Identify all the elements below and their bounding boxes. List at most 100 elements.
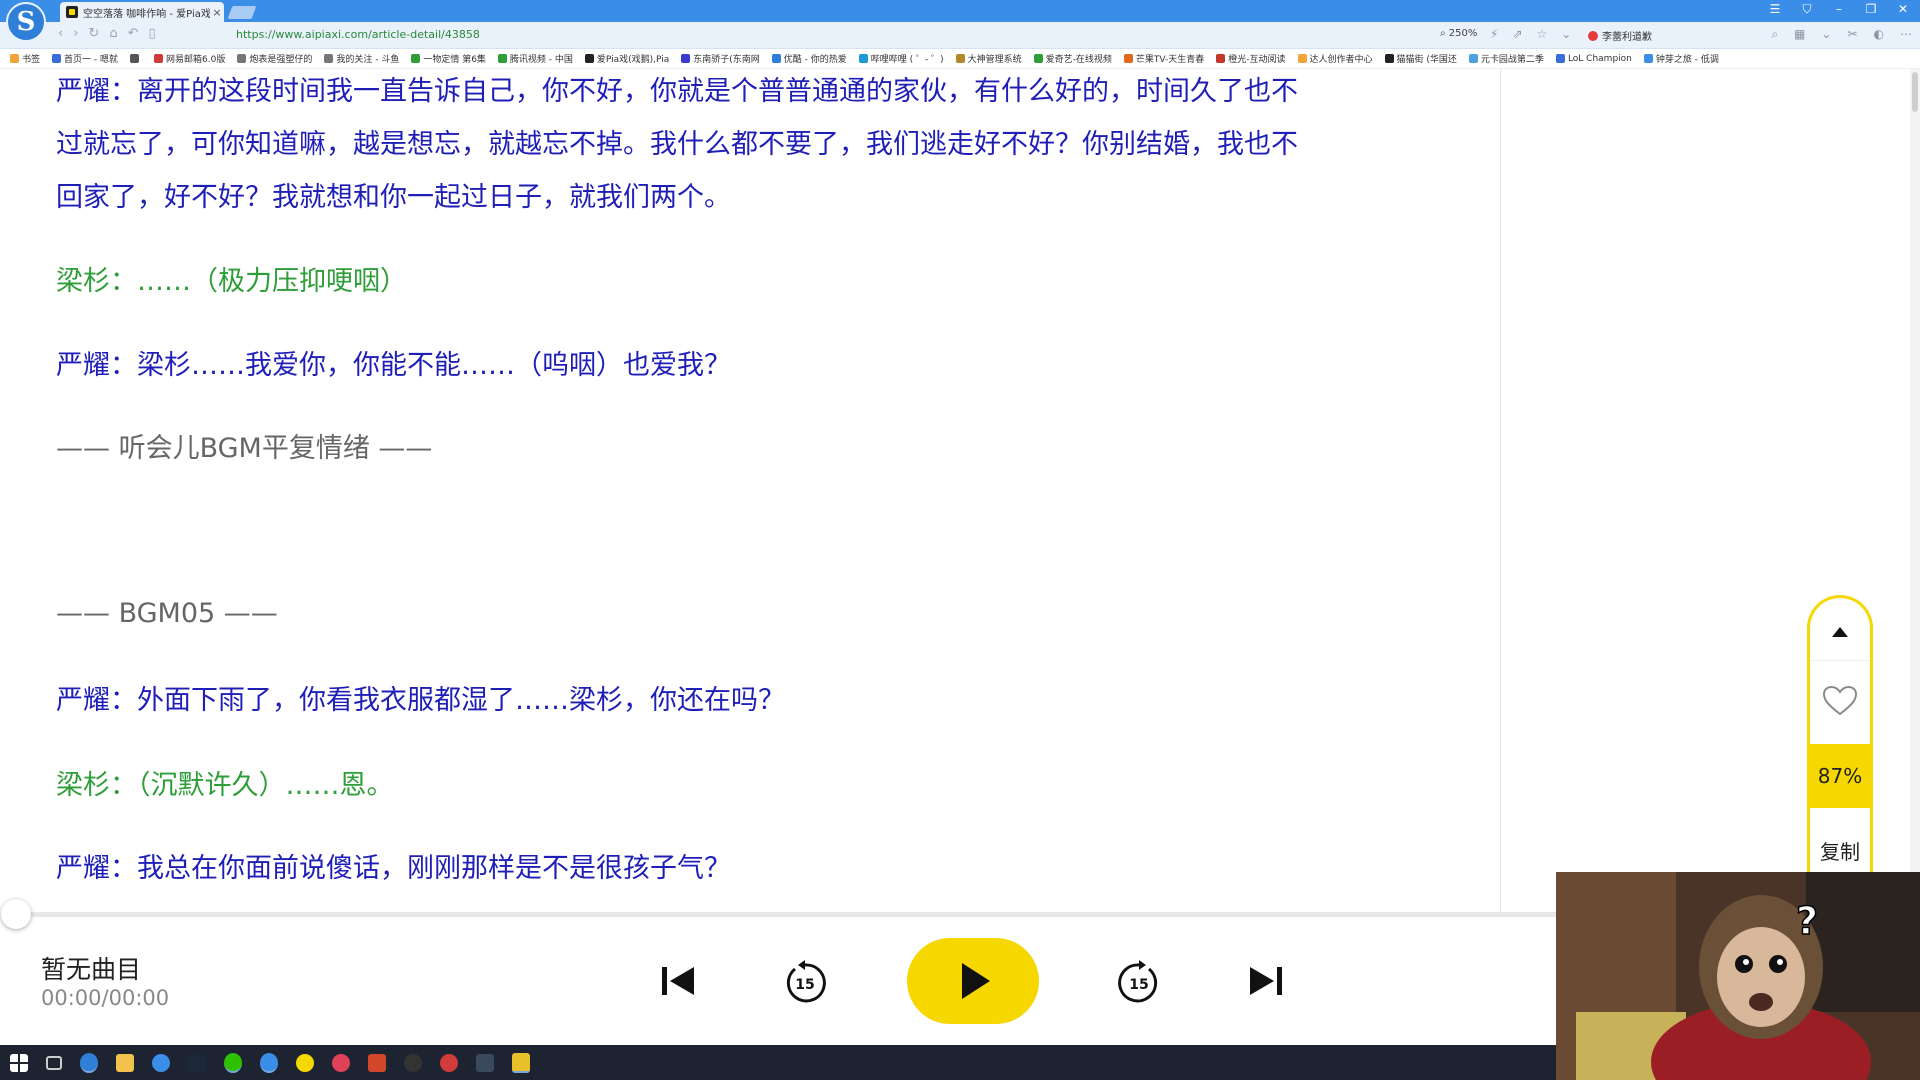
article-content: 严耀：离开的这段时间我一直告诉自己，你不好，你就是个普普通通的家伙，有什么好的，… — [0, 69, 1500, 914]
play-button[interactable] — [907, 938, 1039, 1024]
user-account[interactable]: 李蕾利道歉 — [1588, 28, 1652, 43]
webcam-overlay: ? — [1556, 872, 1920, 1080]
bookmark-item[interactable]: 东南骄子(东南网 — [681, 52, 760, 65]
page-scrollbar[interactable] — [1910, 69, 1920, 914]
tab-close-icon[interactable]: × — [210, 6, 224, 19]
bookmark-item[interactable]: 炮表是强塑仔的 — [237, 52, 312, 65]
skin-icon[interactable]: ⛉ — [1798, 2, 1816, 17]
bookmark-favicon-icon — [858, 54, 868, 63]
bookmark-item[interactable]: 优酷 - 你的热爱 — [771, 52, 847, 65]
bookmark-label: 元卡园战第二季 — [1480, 55, 1544, 65]
browser-tab[interactable]: 空空落落 咖啡作响 - 爱Pia戏问 × — [60, 2, 224, 22]
task-view-icon[interactable] — [46, 1055, 62, 1070]
screenshot-icon[interactable]: ✂ — [1847, 27, 1857, 42]
back-icon[interactable]: ‹ — [58, 26, 63, 41]
undo-icon[interactable]: ↶ — [128, 26, 139, 41]
bookmark-favicon-icon — [1468, 54, 1478, 63]
theme-icon[interactable]: ◐ — [1874, 27, 1884, 42]
terminal-app-icon[interactable] — [476, 1053, 494, 1072]
monkey-streamer-image: ? — [1556, 872, 1920, 1080]
bookmark-label: 爱奇艺-在线视频 — [1045, 55, 1112, 65]
toolbar-icons: ⌕ ▦ ⌄ ✂ ◐ ⋯ — [1771, 27, 1912, 42]
player-progress-bar[interactable] — [16, 912, 1556, 917]
zoom-value: 250% — [1448, 28, 1478, 39]
share-icon[interactable]: ⇗ — [1512, 27, 1522, 41]
bookmark-item[interactable]: 哔哩哔哩 ( ゜- ゜) — [858, 52, 944, 65]
bookmark-star-icon[interactable]: ☆ — [1537, 27, 1548, 41]
bookmark-item[interactable]: LoL Champion — [1555, 54, 1632, 64]
bookmark-item[interactable]: 一物定情 第6集 — [411, 52, 486, 65]
download-icon[interactable]: ⌄ — [1821, 27, 1831, 42]
previous-track-button[interactable] — [656, 958, 700, 1004]
player-progress-knob[interactable] — [1, 899, 31, 929]
zoom-level[interactable]: ⌕ 250% — [1440, 28, 1477, 39]
bookmark-item[interactable] — [130, 54, 142, 63]
dropdown-icon[interactable]: ⌄ — [1561, 27, 1571, 41]
close-window-button[interactable]: ✕ — [1894, 2, 1912, 17]
media-app-icon[interactable] — [440, 1053, 458, 1072]
record-app-icon[interactable] — [404, 1053, 422, 1072]
bookmark-item[interactable]: 橙光-互动阅读 — [1216, 52, 1286, 65]
forward-15-button[interactable]: 15 — [1114, 958, 1164, 1008]
bookmark-label: 钟芽之旅 - 低调 — [1655, 55, 1719, 65]
bookmark-item[interactable]: 元卡园战第二季 — [1468, 52, 1544, 65]
url-input[interactable]: https://www.aipiaxi.com/article-detail/4… — [236, 28, 480, 41]
next-track-button[interactable] — [1244, 958, 1288, 1004]
bookmark-item[interactable]: 钟芽之旅 - 低调 — [1643, 52, 1719, 65]
reader-icon[interactable]: ▯ — [148, 26, 155, 41]
bookmark-item[interactable]: 腾讯视频 - 中国 — [497, 52, 573, 65]
bookmark-item[interactable]: 书签 — [10, 52, 40, 65]
bookmark-favicon-icon — [1216, 54, 1226, 63]
scroll-top-button[interactable] — [1810, 598, 1870, 660]
user-name: 李蕾利道歉 — [1602, 32, 1652, 43]
browser-logo-icon[interactable]: S — [6, 2, 46, 42]
search-icon[interactable]: ⌕ — [1771, 27, 1778, 42]
dialogue-line: 过就忘了，可你知道嘛，越是想忘，就越忘不掉。我什么都不要了，我们逃走好不好？你别… — [56, 129, 1298, 160]
minimize-button[interactable]: – — [1830, 2, 1848, 17]
bookmark-favicon-icon — [771, 54, 781, 63]
bookmark-item[interactable]: 网易邮箱6.0版 — [154, 52, 225, 65]
nav-buttons: ‹ › ↻ ⌂ ↶ ▯ — [58, 26, 156, 41]
game-app-icon[interactable] — [368, 1053, 386, 1072]
menu-icon[interactable]: ☰ — [1766, 2, 1784, 17]
bookmark-item[interactable]: 大神管理系统 — [955, 52, 1022, 65]
reload-icon[interactable]: ↻ — [88, 26, 99, 41]
maximize-button[interactable]: ❐ — [1862, 2, 1880, 17]
new-tab-button[interactable] — [227, 6, 257, 19]
translate-icon[interactable]: ▦ — [1794, 27, 1805, 42]
favorite-button[interactable] — [1810, 660, 1870, 741]
skip-next-icon — [1250, 967, 1282, 995]
forward-icon[interactable]: › — [73, 26, 78, 41]
bookmark-item[interactable]: 芒果TV-天生青春 — [1123, 52, 1204, 65]
bookmark-item[interactable]: 首页一 - 嗯就 — [52, 52, 118, 65]
start-menu-icon[interactable] — [10, 1053, 28, 1072]
netease-music-icon[interactable] — [332, 1053, 350, 1072]
dialogue-line: 严耀：我总在你面前说傻话，刚刚那样是不是很孩子气？ — [56, 853, 731, 884]
bookmark-item[interactable]: 达人创作者中心 — [1297, 52, 1373, 65]
rewind-seconds: 15 — [795, 977, 814, 993]
bookmark-item[interactable]: 爱奇艺-在线视频 — [1033, 52, 1112, 65]
file-explorer-icon[interactable] — [116, 1053, 134, 1072]
bookmark-item[interactable]: 我的关注 - 斗鱼 — [324, 52, 399, 65]
kugou-app-icon[interactable] — [80, 1052, 98, 1073]
bookmark-label: 大神管理系统 — [967, 55, 1022, 65]
bookmark-favicon-icon — [1123, 54, 1133, 63]
bookmark-item[interactable]: 猫猫街 (华国还 — [1384, 52, 1457, 65]
heart-icon — [1822, 685, 1858, 716]
rewind-15-button[interactable]: 15 — [780, 958, 830, 1008]
page-scrollbar-thumb[interactable] — [1912, 72, 1918, 112]
steam-icon[interactable] — [188, 1053, 206, 1072]
bookmark-item[interactable]: 爱Pia戏(戏鹅),Pia — [584, 52, 670, 65]
obs-icon[interactable] — [296, 1053, 314, 1072]
wechat-icon[interactable] — [224, 1052, 242, 1073]
sogou-browser-icon[interactable] — [152, 1053, 170, 1072]
pia-app-icon[interactable] — [512, 1052, 530, 1073]
bookmark-favicon-icon — [154, 54, 163, 63]
flash-icon[interactable]: ⚡ — [1490, 27, 1498, 41]
bookmark-label: 爱Pia戏(戏鹅),Pia — [596, 55, 670, 65]
home-icon[interactable]: ⌂ — [109, 26, 117, 41]
browser-taskbar-icon[interactable] — [260, 1052, 278, 1073]
rewind-icon: 15 — [786, 960, 826, 1003]
more-icon[interactable]: ⋯ — [1900, 27, 1912, 42]
dialogue-line: 严耀：梁杉……我爱你，你能不能……（呜咽）也爱我？ — [56, 350, 731, 381]
